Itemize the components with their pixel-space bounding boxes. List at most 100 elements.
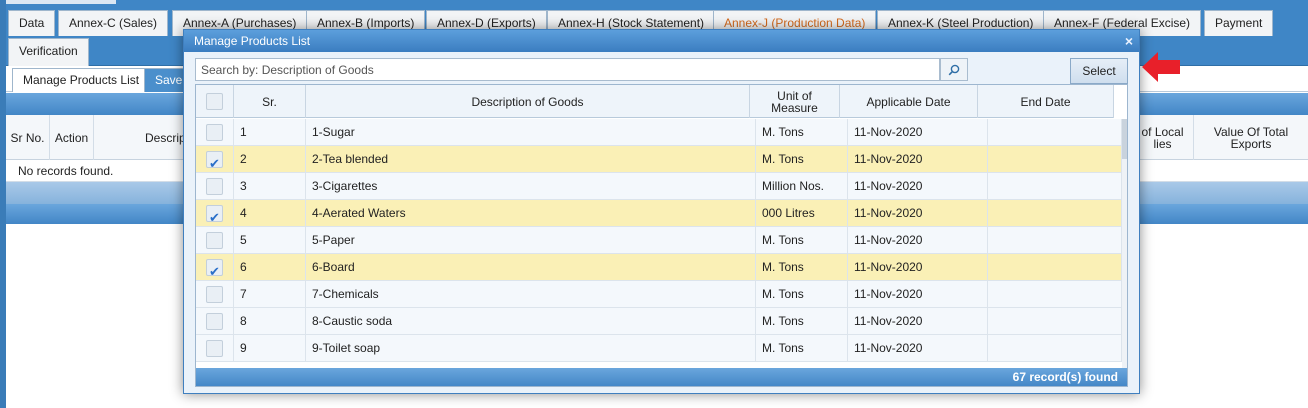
red-pointer-arrow-icon <box>1142 52 1180 82</box>
cell-uom: Million Nos. <box>756 173 848 200</box>
grid-scrollbar-thumb[interactable] <box>1122 119 1127 159</box>
dialog-title-bar[interactable]: Manage Products List × <box>184 30 1139 52</box>
search-box <box>195 58 940 81</box>
row-checkbox[interactable] <box>206 259 223 281</box>
cell-sr: 7 <box>234 281 306 308</box>
tab-verification[interactable]: Verification <box>8 38 89 66</box>
cell-uom: M. Tons <box>756 335 848 362</box>
header-action: Action <box>50 115 94 160</box>
select-all-checkbox[interactable] <box>206 93 223 110</box>
manage-products-dialog: Manage Products List × Select Sr. Descri… <box>183 29 1140 394</box>
row-checkbox[interactable] <box>206 313 223 330</box>
cell-uom: M. Tons <box>756 281 848 308</box>
cell-date: 11-Nov-2020 <box>848 281 988 308</box>
products-grid-header: Sr. Description of Goods Unit of Measure… <box>196 85 1114 118</box>
cell-uom: M. Tons <box>756 254 848 281</box>
dialog-title: Manage Products List <box>194 34 311 48</box>
cell-end <box>988 281 1122 308</box>
row-checkbox[interactable] <box>206 178 223 195</box>
cell-desc: 5-Paper <box>306 227 756 254</box>
header-end-date: End Date <box>978 85 1114 118</box>
header-unit-of-measure: Unit of Measure <box>750 85 840 118</box>
row-checkbox-cell <box>196 119 234 146</box>
cell-desc: 2-Tea blended <box>306 146 756 173</box>
table-row[interactable]: 5 5-Paper M. Tons 11-Nov-2020 <box>196 227 1122 254</box>
row-checkbox-cell <box>196 335 234 362</box>
cell-sr: 9 <box>234 335 306 362</box>
cell-date: 11-Nov-2020 <box>848 335 988 362</box>
row-checkbox[interactable] <box>206 286 223 303</box>
row-checkbox-cell <box>196 200 234 227</box>
table-row[interactable]: 3 3-Cigarettes Million Nos. 11-Nov-2020 <box>196 173 1122 200</box>
cell-desc: 6-Board <box>306 254 756 281</box>
row-checkbox-cell <box>196 146 234 173</box>
row-checkbox-cell <box>196 308 234 335</box>
cell-date: 11-Nov-2020 <box>848 227 988 254</box>
cell-date: 11-Nov-2020 <box>848 200 988 227</box>
row-checkbox[interactable] <box>206 205 223 227</box>
cell-sr: 3 <box>234 173 306 200</box>
header-sr: Sr. <box>234 85 306 118</box>
row-checkbox[interactable] <box>206 151 223 173</box>
tab-data[interactable]: Data <box>8 10 56 36</box>
cell-uom: 000 Litres <box>756 200 848 227</box>
products-grid: Sr. Description of Goods Unit of Measure… <box>195 84 1128 387</box>
cell-sr: 8 <box>234 308 306 335</box>
tab-payment[interactable]: Payment <box>1204 10 1274 36</box>
cell-date: 11-Nov-2020 <box>848 146 988 173</box>
products-grid-body: 11-SugarM. Tons11-Nov-202022-Tea blended… <box>196 119 1122 370</box>
cell-end <box>988 227 1122 254</box>
cell-uom: M. Tons <box>756 146 848 173</box>
cell-uom: M. Tons <box>756 227 848 254</box>
cell-uom: M. Tons <box>756 308 848 335</box>
subtab-manage-products[interactable]: Manage Products List <box>12 68 151 92</box>
table-row[interactable]: 8 8-Caustic soda M. Tons 11-Nov-2020 <box>196 308 1122 335</box>
cell-end <box>988 308 1122 335</box>
cell-desc: 3-Cigarettes <box>306 173 756 200</box>
cell-end <box>988 335 1122 362</box>
cell-end <box>988 173 1122 200</box>
table-row[interactable]: 22-Tea blendedM. Tons11-Nov-2020 <box>196 146 1122 173</box>
cell-date: 11-Nov-2020 <box>848 254 988 281</box>
search-icon <box>948 64 960 75</box>
cell-sr: 5 <box>234 227 306 254</box>
header-select-all <box>196 85 234 118</box>
select-button[interactable]: Select <box>1070 58 1128 84</box>
cell-end <box>988 254 1122 281</box>
table-row[interactable]: 7 7-Chemicals M. Tons 11-Nov-2020 <box>196 281 1122 308</box>
cell-sr: 6 <box>234 254 306 281</box>
row-checkbox-cell <box>196 227 234 254</box>
cell-sr: 1 <box>234 119 306 146</box>
tab-bar-top-line <box>6 0 116 4</box>
header-description: Descript <box>94 115 194 160</box>
row-checkbox-cell <box>196 254 234 281</box>
header-applicable-date: Applicable Date <box>840 85 978 118</box>
cell-end <box>988 200 1122 227</box>
cell-sr: 4 <box>234 200 306 227</box>
cell-desc: 9-Toilet soap <box>306 335 756 362</box>
cell-sr: 2 <box>234 146 306 173</box>
table-row[interactable]: 66-BoardM. Tons11-Nov-2020 <box>196 254 1122 281</box>
header-description-of-goods: Description of Goods <box>306 85 750 118</box>
grid-scrollbar[interactable] <box>1122 119 1127 370</box>
row-checkbox[interactable] <box>206 232 223 249</box>
cell-desc: 1-Sugar <box>306 119 756 146</box>
close-icon[interactable]: × <box>1125 30 1133 52</box>
row-checkbox[interactable] <box>206 124 223 141</box>
cell-desc: 8-Caustic soda <box>306 308 756 335</box>
table-row[interactable]: 44-Aerated Waters000 Litres11-Nov-2020 <box>196 200 1122 227</box>
row-checkbox-cell <box>196 173 234 200</box>
cell-date: 11-Nov-2020 <box>848 308 988 335</box>
row-checkbox[interactable] <box>206 340 223 357</box>
cell-desc: 4-Aerated Waters <box>306 200 756 227</box>
cell-date: 11-Nov-2020 <box>848 119 988 146</box>
table-row[interactable]: 9 9-Toilet soap M. Tons 11-Nov-2020 <box>196 335 1122 362</box>
table-row[interactable]: 1 1-Sugar M. Tons 11-Nov-2020 <box>196 119 1122 146</box>
cell-end <box>988 119 1122 146</box>
cell-desc: 7-Chemicals <box>306 281 756 308</box>
cell-end <box>988 146 1122 173</box>
search-input[interactable] <box>196 59 939 80</box>
tab-annex-c[interactable]: Annex-C (Sales) <box>58 10 169 36</box>
header-sr-no: Sr No. <box>6 115 50 160</box>
search-button[interactable] <box>940 58 968 81</box>
